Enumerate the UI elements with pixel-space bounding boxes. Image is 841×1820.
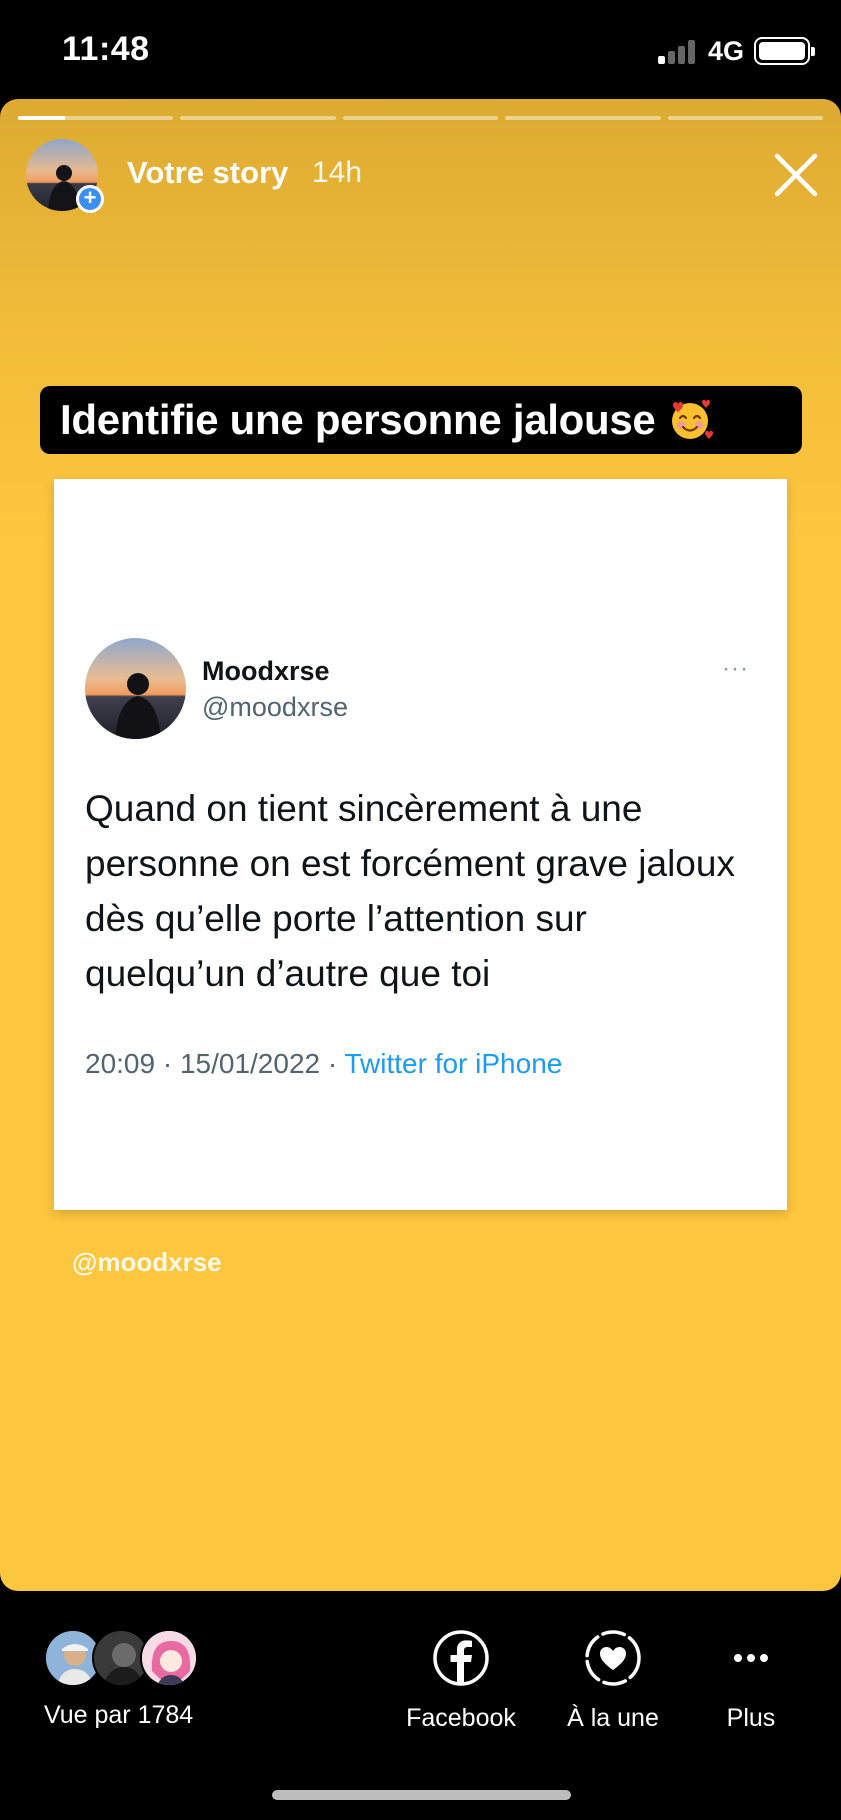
tweet-text: Quand on tient sincèrement à une personn… xyxy=(85,788,735,994)
highlight-heart-icon xyxy=(585,1630,641,1686)
more-label: Plus xyxy=(726,1704,776,1732)
progress-segment xyxy=(18,116,174,120)
tweet-card[interactable]: Moodxrse @moodxrse ··· Quand on tient si… xyxy=(54,479,787,1210)
story-banner: Identifie une personne jalouse xyxy=(40,386,802,454)
tweet-source-link[interactable]: Twitter for iPhone xyxy=(344,1048,562,1079)
story-age: 14h xyxy=(312,156,363,189)
facebook-share-button[interactable]: Facebook xyxy=(396,1628,526,1738)
progress-segment xyxy=(667,116,824,120)
more-options-icon[interactable]: ··· xyxy=(722,657,749,681)
add-to-story-icon[interactable]: + xyxy=(76,185,104,213)
tweet-author-avatar[interactable] xyxy=(85,638,186,739)
smiling-face-with-hearts-icon xyxy=(672,399,714,439)
tweet-meta: 20:09 · 15/01/2022 · Twitter for iPhone xyxy=(85,1048,562,1080)
progress-segment xyxy=(505,116,661,120)
facebook-icon xyxy=(433,1630,489,1686)
signal-strength-icon xyxy=(658,38,698,64)
story-viewer[interactable]: + Votre story 14h Identifie une personne… xyxy=(0,99,841,1591)
close-icon[interactable] xyxy=(772,151,820,199)
home-indicator[interactable] xyxy=(272,1790,571,1800)
viewers-avatars[interactable] xyxy=(44,1629,204,1689)
story-owner-label[interactable]: Votre story xyxy=(127,155,288,191)
highlight-label: À la une xyxy=(567,1704,659,1732)
tweet-author-name: Moodxrse xyxy=(202,656,330,686)
status-bar: 11:48 4G xyxy=(0,0,841,100)
progress-segment xyxy=(342,116,499,120)
more-icon xyxy=(734,1654,768,1662)
highlight-button[interactable]: À la une xyxy=(553,1628,673,1738)
more-button[interactable]: Plus xyxy=(711,1628,791,1738)
progress-segment xyxy=(180,116,336,120)
status-time: 11:48 xyxy=(62,30,150,68)
facebook-label: Facebook xyxy=(406,1704,516,1732)
network-type: 4G xyxy=(708,36,745,66)
tweet-author-handle: @moodxrse xyxy=(202,692,348,722)
viewers-count-label[interactable]: Vue par 1784 xyxy=(44,1701,193,1730)
story-progress-bar xyxy=(18,116,824,120)
banner-text: Identifie une personne jalouse xyxy=(60,396,656,443)
viewer-avatar xyxy=(140,1629,198,1687)
battery-icon xyxy=(754,37,815,65)
watermark-handle: @moodxrse xyxy=(72,1247,222,1277)
tweet-date-time: 20:09 · 15/01/2022 · xyxy=(85,1048,345,1079)
